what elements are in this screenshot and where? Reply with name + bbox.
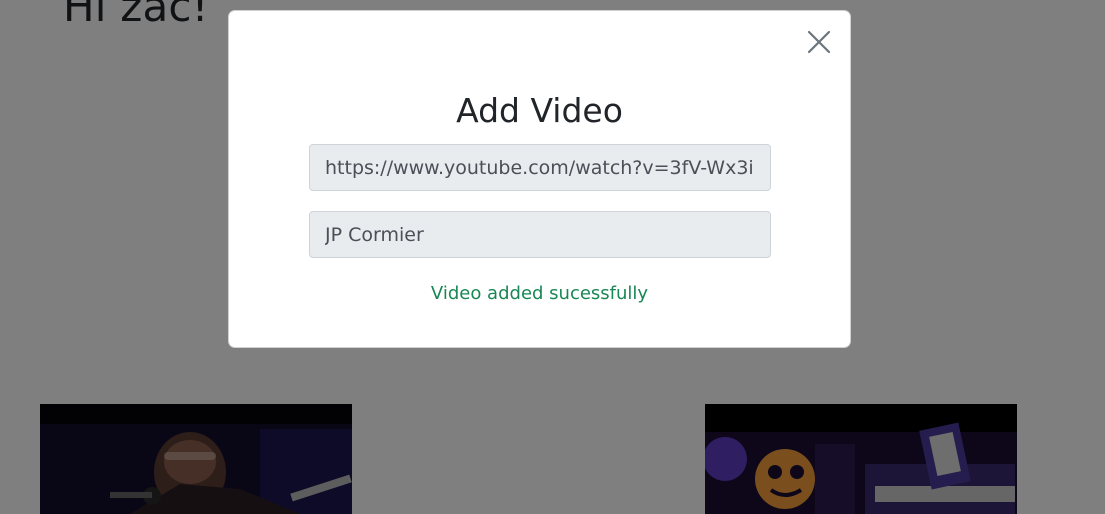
video-name-input[interactable] xyxy=(309,211,771,258)
modal-title: Add Video xyxy=(456,91,623,130)
status-message: Video added sucessfully xyxy=(430,283,649,304)
add-video-modal: Add Video Video added sucessfully xyxy=(228,10,851,348)
close-button[interactable] xyxy=(806,29,832,55)
close-icon xyxy=(807,30,831,54)
video-url-input[interactable] xyxy=(309,144,771,191)
